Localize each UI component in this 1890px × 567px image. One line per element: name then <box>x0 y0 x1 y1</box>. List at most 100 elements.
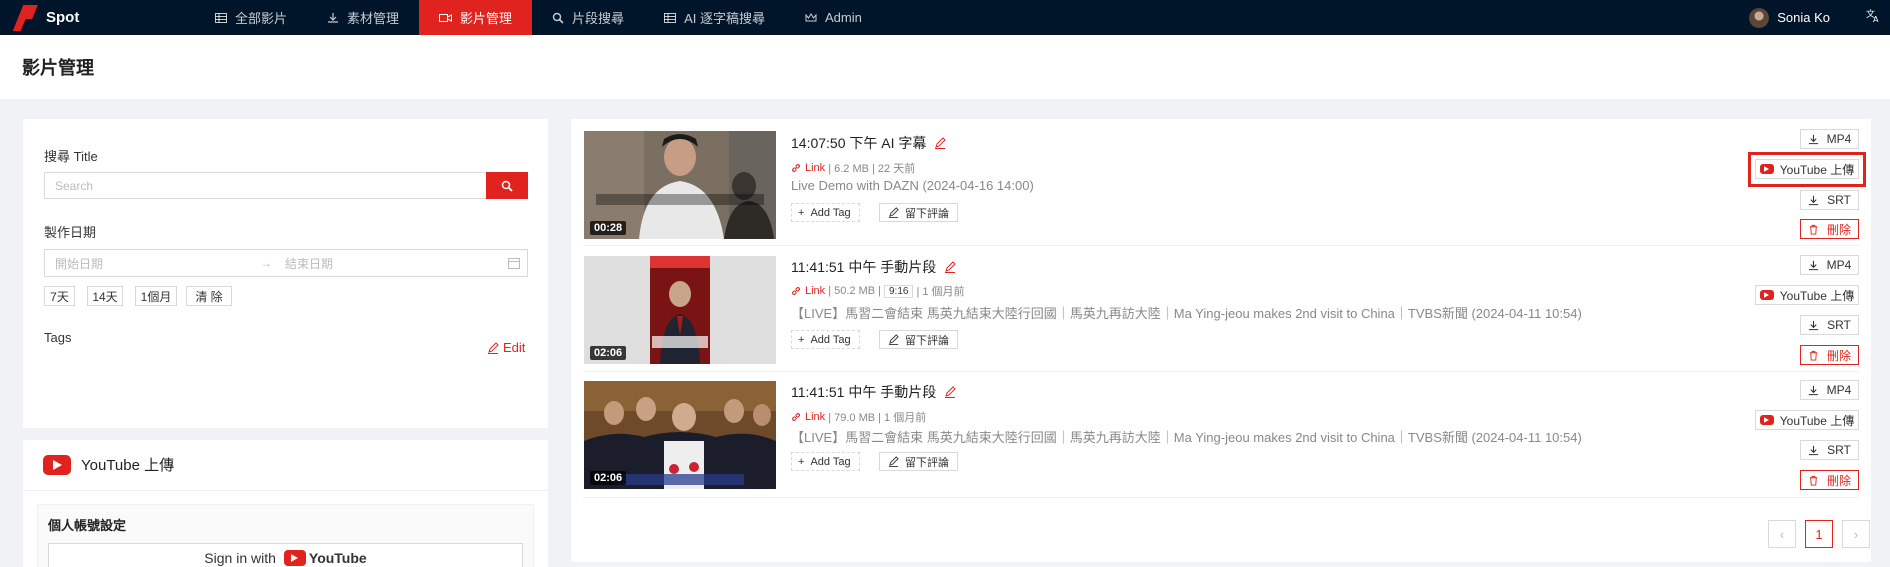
nav-label: 片段搜尋 <box>572 11 625 26</box>
download-icon <box>1808 445 1819 456</box>
trash-icon <box>1808 350 1819 361</box>
date-end-field[interactable]: 結束日期 <box>282 255 501 272</box>
youtube-wordmark: YouTube <box>283 550 367 566</box>
app-name: Spot <box>46 9 80 26</box>
quick-range-14d[interactable]: 14天 <box>87 286 123 306</box>
highlight-box <box>1748 152 1866 187</box>
top-nav: Spot 全部影片 素材管理 影片管理 片段搜尋 AI 逐字稿搜尋 Admin … <box>0 0 1890 35</box>
add-tag-button[interactable]: + Add Tag <box>791 203 860 222</box>
video-title: 11:41:51 中午 手動片段 <box>791 257 956 277</box>
youtube-upload-button[interactable]: YouTube 上傳 <box>1755 285 1859 305</box>
signin-with-youtube-button[interactable]: Sign in with YouTube <box>48 543 523 567</box>
download-icon <box>1808 195 1819 206</box>
search-label: 搜尋 Title <box>44 149 98 164</box>
nav-item-assets[interactable]: 素材管理 <box>307 0 419 35</box>
delete-label: 刪除 <box>1826 473 1851 488</box>
nav-item-all-videos[interactable]: 全部影片 <box>195 0 307 35</box>
add-tag-button[interactable]: + Add Tag <box>791 452 860 471</box>
video-link[interactable]: Link <box>791 411 825 423</box>
translate-icon[interactable]: 文A <box>1866 8 1880 25</box>
plus-icon: + <box>798 333 805 346</box>
srt-label: SRT <box>1827 193 1851 207</box>
quick-range-1m[interactable]: 1個月 <box>135 286 177 306</box>
youtube-icon <box>283 550 306 566</box>
download-mp4-button[interactable]: MP4 <box>1800 129 1859 149</box>
link-icon <box>791 286 801 296</box>
nav-item-video-management[interactable]: 影片管理 <box>419 0 533 35</box>
add-tag-label: Add Tag <box>810 333 851 346</box>
download-srt-button[interactable]: SRT <box>1800 315 1859 335</box>
date-range-picker[interactable]: 開始日期 → 結束日期 <box>44 249 528 277</box>
nav-item-ai-transcript-search[interactable]: AI 逐字稿搜尋 <box>644 0 785 35</box>
srt-label: SRT <box>1827 443 1851 457</box>
edit-title-icon[interactable] <box>934 137 947 149</box>
video-icon <box>439 12 453 24</box>
youtube-upload-button[interactable]: YouTube 上傳 <box>1755 410 1859 430</box>
comment-button[interactable]: 留下評論 <box>879 452 958 471</box>
video-title: 11:41:51 中午 手動片段 <box>791 382 956 402</box>
link-icon <box>791 163 801 173</box>
video-link[interactable]: Link <box>791 285 825 297</box>
edit-label: Edit <box>503 340 526 355</box>
video-thumbnail[interactable]: 00:28 <box>584 131 776 239</box>
pagination-next[interactable]: › <box>1842 520 1870 548</box>
nav-item-admin[interactable]: Admin <box>785 0 882 35</box>
video-age: | 1 個月前 <box>916 286 965 298</box>
divider <box>23 490 548 491</box>
video-title-text: 11:41:51 中午 手動片段 <box>791 384 937 400</box>
edit-tags-link[interactable]: Edit <box>487 340 525 355</box>
video-list: 00:28 14:07:50 下午 AI 字幕 Link | 6.2 MB | … <box>571 119 1871 562</box>
clear-button[interactable]: 清 除 <box>186 286 232 306</box>
download-srt-button[interactable]: SRT <box>1800 190 1859 210</box>
download-mp4-button[interactable]: MP4 <box>1800 380 1859 400</box>
pagination-prev[interactable]: ‹ <box>1768 520 1796 548</box>
signin-text: Sign in with <box>204 550 276 566</box>
video-thumbnail[interactable]: 02:06 <box>584 256 776 364</box>
avatar <box>1749 7 1770 28</box>
user-menu[interactable]: Sonia Ko <box>1749 0 1830 35</box>
comment-button[interactable]: 留下評論 <box>879 203 958 222</box>
edit-icon <box>487 341 499 354</box>
pagination-page-1[interactable]: 1 <box>1805 520 1833 548</box>
nav-item-clip-search[interactable]: 片段搜尋 <box>532 0 644 35</box>
video-duration: 00:28 <box>590 221 627 235</box>
table-icon <box>664 12 677 24</box>
download-mp4-button[interactable]: MP4 <box>1800 255 1859 275</box>
delete-button[interactable]: 刪除 <box>1800 470 1859 490</box>
svg-text:A: A <box>1873 15 1879 22</box>
youtube-upload-label: YouTube 上傳 <box>1779 288 1855 303</box>
add-tag-button[interactable]: + Add Tag <box>791 330 860 349</box>
video-description: Live Demo with DAZN (2024-04-16 14:00) <box>791 178 1034 193</box>
brand[interactable]: Spot <box>0 0 195 35</box>
edit-title-icon[interactable] <box>944 386 956 398</box>
video-size-age: | 6.2 MB | 22 天前 <box>828 163 916 175</box>
search-input[interactable] <box>44 172 486 199</box>
comment-button[interactable]: 留下評論 <box>879 330 958 349</box>
link-label: Link <box>805 162 826 174</box>
download-icon <box>1808 260 1819 271</box>
video-size: | 50.2 MB | <box>828 285 881 297</box>
search-icon <box>552 12 564 24</box>
download-icon <box>1808 385 1819 396</box>
delete-button[interactable]: 刪除 <box>1800 345 1859 365</box>
video-meta: Link | 50.2 MB | 9:16 | 1 個月前 <box>791 283 965 299</box>
mp4-label: MP4 <box>1826 258 1852 272</box>
account-settings: 個人帳號設定 Sign in with YouTube <box>37 504 534 567</box>
download-srt-button[interactable]: SRT <box>1800 440 1859 460</box>
delete-button[interactable]: 刪除 <box>1800 219 1859 239</box>
nav-label: 影片管理 <box>460 11 513 26</box>
plus-icon: + <box>798 206 805 219</box>
search-button[interactable] <box>486 172 528 199</box>
youtube-panel-title: YouTube 上傳 <box>81 457 175 474</box>
quick-range-7d[interactable]: 7天 <box>44 286 75 306</box>
video-thumbnail[interactable]: 02:06 <box>584 381 776 489</box>
link-label: Link <box>805 411 826 423</box>
date-start-field[interactable]: 開始日期 <box>45 255 260 272</box>
edit-icon <box>888 207 899 218</box>
edit-title-icon[interactable] <box>944 261 956 273</box>
filter-panel: 搜尋 Title 製作日期 開始日期 → 結束日期 7天 14天 1個月 清 除… <box>23 119 548 428</box>
video-link[interactable]: Link <box>791 162 825 174</box>
download-icon <box>1808 320 1819 331</box>
link-label: Link <box>805 285 826 297</box>
youtube-icon <box>1759 415 1774 425</box>
